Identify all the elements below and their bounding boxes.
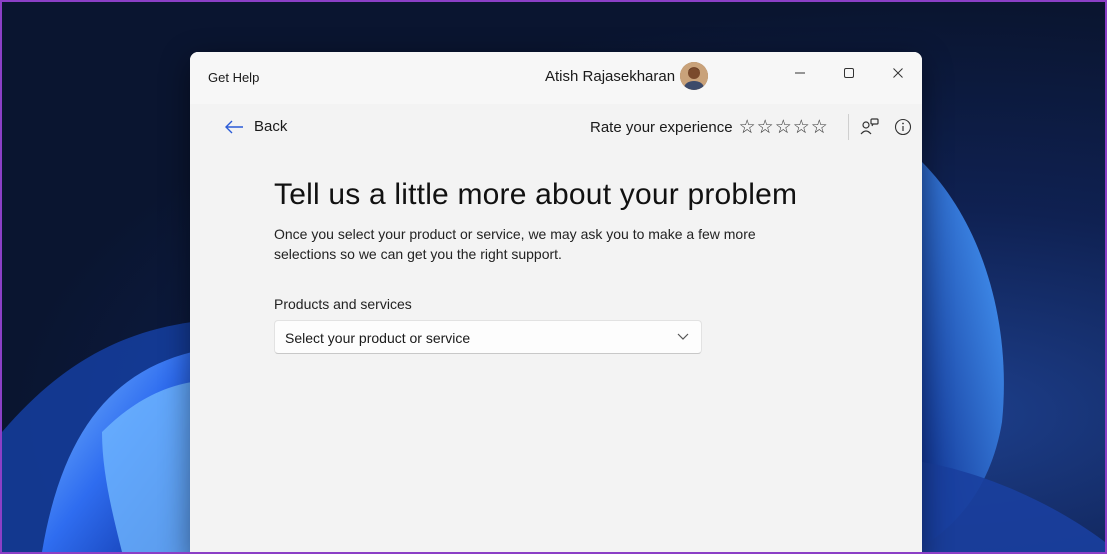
user-avatar[interactable] [680,62,708,90]
maximize-icon [844,68,854,78]
chevron-down-icon [677,333,689,340]
close-button[interactable] [880,58,916,88]
star-2-icon[interactable]: ☆ [757,118,774,137]
star-3-icon[interactable]: ☆ [775,118,792,137]
products-services-label: Products and services [274,296,412,312]
rate-label: Rate your experience [590,119,733,136]
maximize-button[interactable] [831,58,867,88]
dropdown-placeholder: Select your product or service [285,330,471,346]
minimize-icon [795,72,805,74]
back-button[interactable]: Back [224,118,287,135]
page-title: Tell us a little more about your problem [274,178,798,211]
star-rating[interactable]: ☆ ☆ ☆ ☆ ☆ [739,118,828,137]
info-icon[interactable] [894,118,912,136]
title-bar[interactable]: Get Help Atish Rajasekharan [190,52,922,104]
avatar-image [680,62,708,90]
app-title: Get Help [208,70,260,85]
close-icon [893,68,903,78]
star-4-icon[interactable]: ☆ [793,118,810,137]
rate-experience: Rate your experience ☆ ☆ ☆ ☆ ☆ [590,118,828,137]
get-help-window: Get Help Atish Rajasekharan Back Rate yo… [190,52,922,552]
nav-bar: Back Rate your experience ☆ ☆ ☆ ☆ ☆ [190,112,922,146]
page-description: Once you select your product or service,… [274,226,756,262]
product-service-dropdown[interactable]: Select your product or service [274,320,702,354]
user-name: Atish Rajasekharan [545,68,676,85]
minimize-button[interactable] [782,58,818,88]
screenshot-frame: Get Help Atish Rajasekharan Back Rate yo… [0,0,1107,554]
separator [848,114,849,140]
back-arrow-icon [225,120,243,133]
feedback-icon[interactable] [860,117,880,137]
star-1-icon[interactable]: ☆ [739,118,756,137]
back-label: Back [254,118,288,135]
star-5-icon[interactable]: ☆ [811,118,828,137]
